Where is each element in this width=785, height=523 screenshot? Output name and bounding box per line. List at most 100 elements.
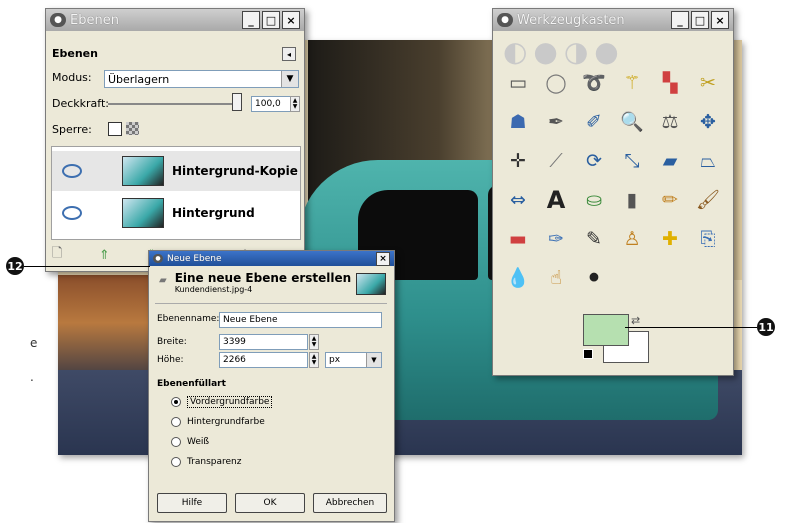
width-label: Breite: (157, 337, 187, 347)
layer-row[interactable]: Hintergrund (52, 193, 300, 233)
layer-row[interactable]: Hintergrund-Kopie (52, 151, 300, 191)
new-layer-titlebar[interactable]: ● Neue Ebene × (149, 251, 394, 266)
layer-name-value: Neue Ebene (223, 315, 278, 325)
eye-icon[interactable] (62, 164, 82, 178)
close-button[interactable]: × (711, 11, 729, 29)
opacity-slider-handle[interactable] (232, 93, 242, 111)
new-layer-dialog: ● Neue Ebene × ▰ Eine neue Ebene erstell… (148, 250, 395, 522)
layers-section-title: Ebenen (52, 47, 98, 60)
perspective-icon[interactable]: ⏢ (689, 141, 727, 180)
fill-option-label: Hintergrundfarbe (187, 417, 265, 427)
maximize-button[interactable]: □ (262, 11, 280, 29)
rotate-icon[interactable]: ⟳ (575, 141, 613, 180)
width-value: 3399 (223, 337, 246, 347)
fill-option-label: Transparenz (187, 457, 242, 467)
paintbrush-icon[interactable]: 🖌 (689, 180, 727, 219)
close-button[interactable]: × (282, 11, 300, 29)
minimize-button[interactable]: _ (242, 11, 260, 29)
width-spinner[interactable]: ▲ ▼ (309, 334, 319, 350)
mode-value: Überlagern (108, 72, 170, 86)
layers-titlebar[interactable]: ● Ebenen _ □ × (46, 9, 304, 31)
opacity-spinner[interactable]: ▲ ▼ (290, 96, 300, 112)
opacity-slider-track[interactable] (108, 103, 238, 105)
fill-type-label: Ebenenfüllart (157, 379, 226, 389)
bucket-fill-icon[interactable]: ⛀ (575, 180, 613, 219)
close-button[interactable]: × (376, 251, 390, 266)
heal-icon[interactable]: ✚ (651, 219, 689, 258)
airbrush-icon[interactable]: ✑ (537, 219, 575, 258)
crop-icon[interactable]: ⟋ (537, 141, 575, 180)
eye-icon[interactable] (62, 206, 82, 220)
scale-icon[interactable]: ⤡ (613, 141, 651, 180)
callout-11: 11 (757, 318, 775, 336)
opacity-label: Deckkraft: (52, 97, 109, 110)
foreground-select-icon[interactable]: ☗ (499, 102, 537, 141)
radio-dot (171, 457, 181, 467)
cancel-button[interactable]: Abbrechen (313, 493, 387, 513)
paths-icon[interactable]: ✒ (537, 102, 575, 141)
layer-name-input[interactable]: Neue Ebene (219, 312, 382, 328)
panel-menu-icon[interactable]: ◂ (282, 47, 296, 61)
mode-label: Modus: (52, 71, 92, 84)
callout-12-line (24, 266, 150, 267)
magic-wand-icon[interactable]: ⚚ (613, 63, 651, 102)
select-by-color-icon[interactable]: ▚ (651, 63, 689, 102)
fill-option-label: Weiß (187, 437, 210, 447)
radio-dot (171, 417, 181, 427)
fill-radio-background[interactable]: Hintergrundfarbe (171, 417, 265, 427)
help-button[interactable]: Hilfe (157, 493, 227, 513)
height-label: Höhe: (157, 355, 184, 365)
radio-dot (171, 437, 181, 447)
ok-button[interactable]: OK (235, 493, 305, 513)
height-spinner[interactable]: ▲ ▼ (309, 352, 319, 368)
scissors-icon[interactable]: ✂ (689, 63, 727, 102)
foreground-color-swatch[interactable] (583, 314, 629, 346)
swap-colors-icon[interactable]: ⇄ (631, 314, 640, 327)
fill-radio-white[interactable]: Weiß (171, 437, 209, 447)
default-colors-icon[interactable] (583, 349, 593, 359)
text-icon[interactable]: A (537, 180, 575, 219)
new-layer-title: Neue Ebene (167, 253, 222, 264)
mode-select[interactable]: Überlagern ▼ (104, 70, 299, 88)
move-icon[interactable]: ✥ (689, 102, 727, 141)
perspective-clone-icon[interactable]: ⎘ (689, 219, 727, 258)
ink-icon[interactable]: ✎ (575, 219, 613, 258)
maximize-button[interactable]: □ (691, 11, 709, 29)
clone-icon[interactable]: ♙ (613, 219, 651, 258)
blur-icon[interactable]: 💧 (499, 258, 537, 297)
eraser-icon[interactable]: ▬ (499, 219, 537, 258)
lock-pixels-checkbox[interactable] (108, 122, 122, 136)
layer-name: Hintergrund-Kopie (172, 164, 298, 178)
measure-icon[interactable]: ⚖ (651, 102, 689, 141)
toolbox-title: Werkzeugkasten (517, 12, 625, 28)
raise-layer-icon[interactable]: ⇑ (99, 248, 110, 263)
opacity-row: Deckkraft: (52, 97, 109, 110)
align-icon[interactable]: ✛ (499, 141, 537, 180)
unit-value: px (329, 355, 341, 365)
width-input[interactable]: 3399 (219, 334, 308, 350)
height-input[interactable]: 2266 (219, 352, 308, 368)
flip-icon[interactable]: ⇔ (499, 180, 537, 219)
new-layer-icon[interactable]: 🗋 (52, 244, 62, 266)
dialog-heading: Eine neue Ebene erstellen (174, 271, 352, 285)
fill-radio-transparency[interactable]: Transparenz (171, 457, 241, 467)
rect-select-icon[interactable]: ▭ (499, 63, 537, 102)
lasso-icon[interactable]: ➰ (575, 63, 613, 102)
fill-radio-foreground[interactable]: Vordergrundfarbe (171, 396, 273, 408)
opacity-input[interactable]: 100,0 (251, 96, 292, 112)
toolbox-titlebar[interactable]: ● Werkzeugkasten _ □ × (493, 9, 733, 31)
color-picker-icon[interactable]: ✐ (575, 102, 613, 141)
side-text-2: . (30, 370, 34, 384)
zoom-icon[interactable]: 🔍 (613, 102, 651, 141)
minimize-button[interactable]: _ (671, 11, 689, 29)
ellipse-select-icon[interactable]: ◯ (537, 63, 575, 102)
smudge-icon[interactable]: ☝ (537, 258, 575, 297)
dodge-burn-icon[interactable]: ⚫ (575, 258, 613, 297)
pencil-icon[interactable]: ✏ (651, 180, 689, 219)
shear-icon[interactable]: ▰ (651, 141, 689, 180)
image-thumbnail (356, 273, 386, 295)
lock-alpha-icon[interactable] (126, 122, 139, 135)
blend-icon[interactable]: ▮ (613, 180, 651, 219)
unit-select[interactable]: px ▼ (325, 352, 382, 368)
radio-dot (171, 397, 181, 407)
